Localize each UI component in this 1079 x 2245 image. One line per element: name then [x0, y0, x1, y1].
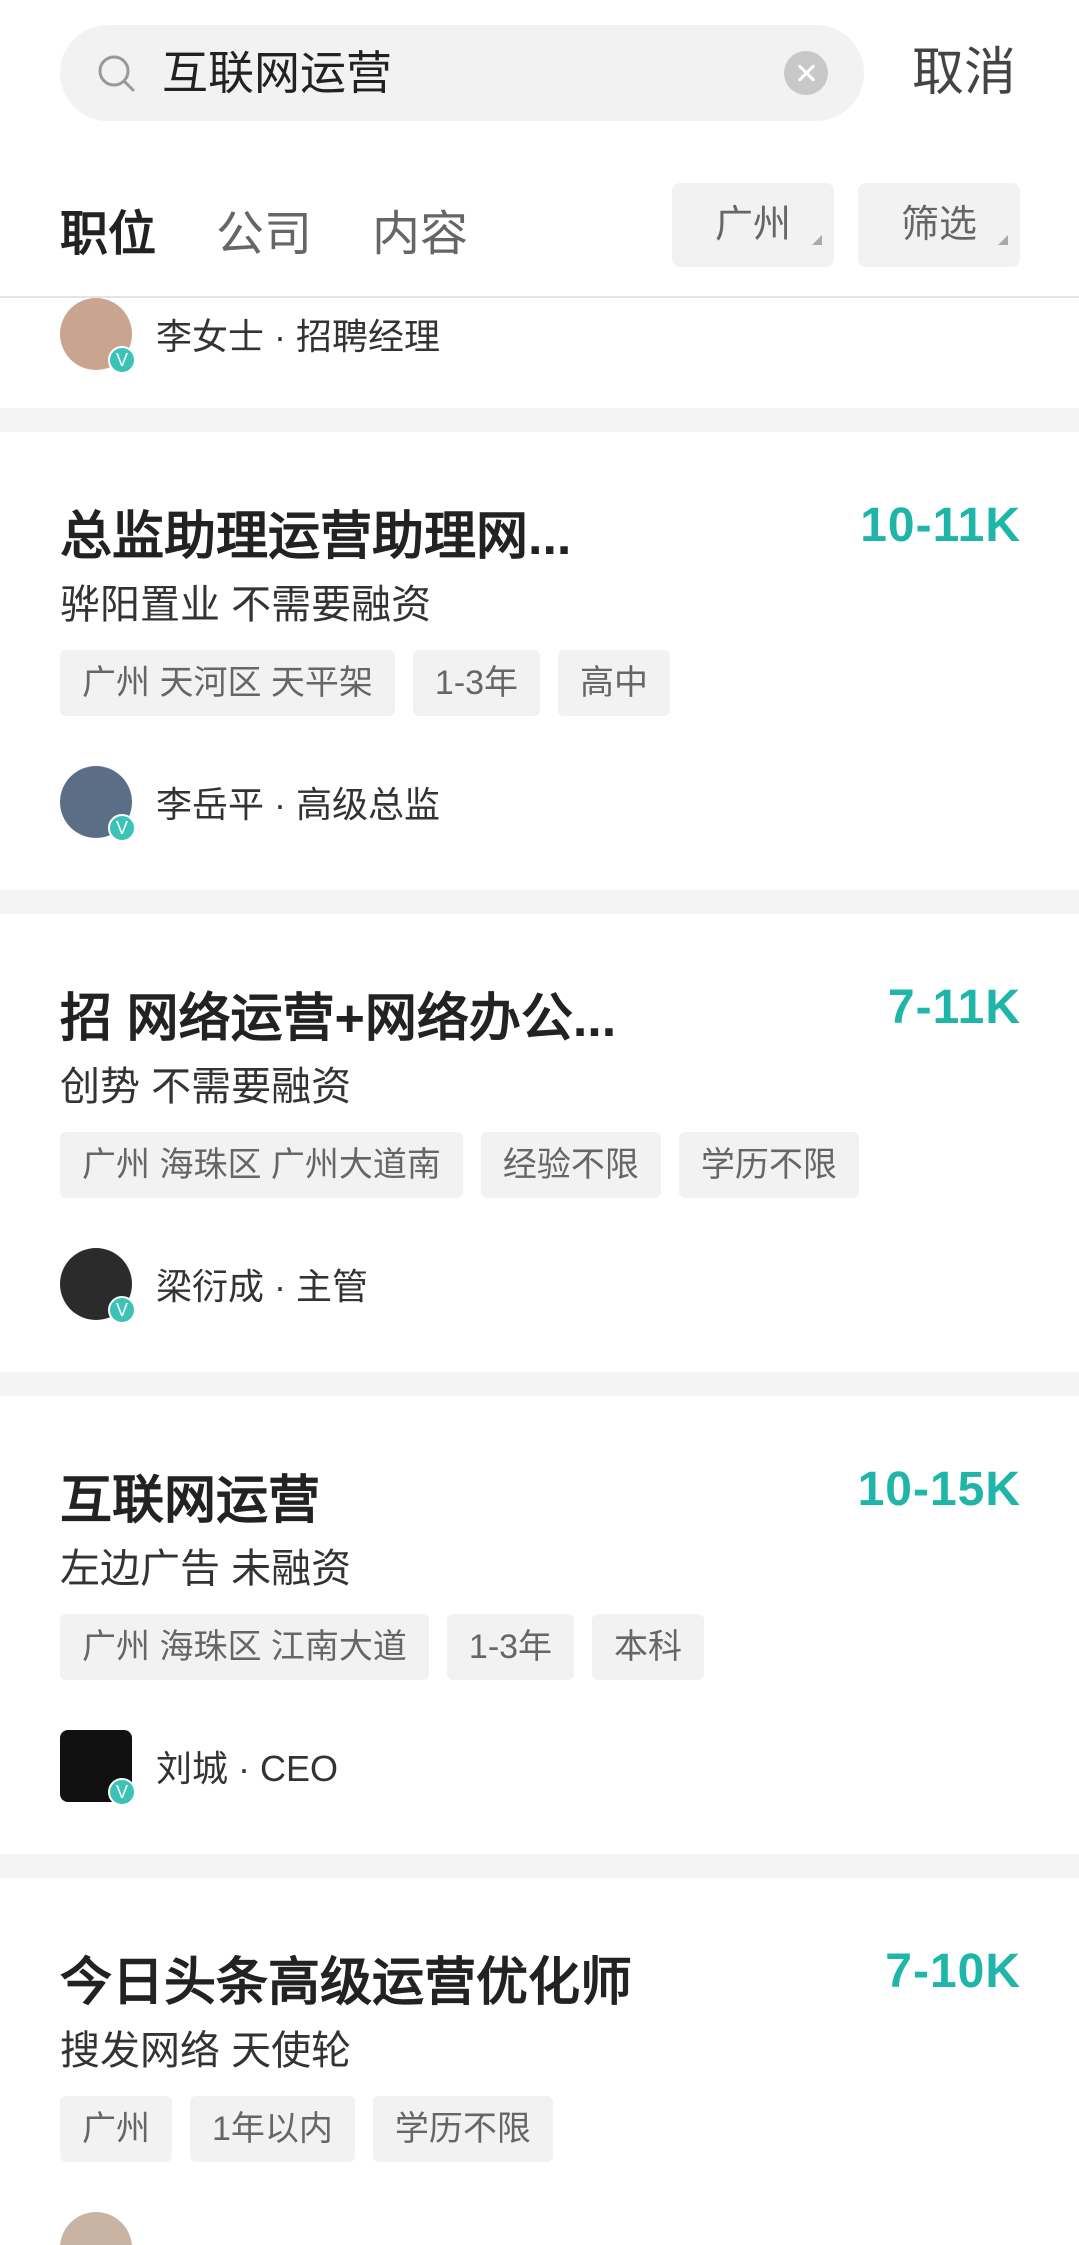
recruiter-name: 李女士 · 招聘经理 — [156, 316, 440, 357]
recruiter-row — [60, 2212, 156, 2245]
job-title: 招 网络运营+网络办公... — [60, 990, 617, 1048]
job-salary: 10-11K — [860, 499, 1021, 552]
job-card-partial[interactable]: V 李女士 · 招聘经理 — [0, 298, 1079, 408]
tag-education: 本科 — [592, 1614, 705, 1680]
recruiter-row: V 李岳平 · 高级总监 — [60, 766, 440, 842]
avatar: V — [60, 766, 136, 842]
verified-badge-icon: V — [108, 814, 136, 842]
search-input[interactable]: 互联网运营 — [60, 25, 864, 121]
tag-experience: 经验不限 — [480, 1132, 661, 1198]
job-title: 今日头条高级运营优化师 — [60, 1954, 633, 2012]
tab-positions[interactable]: 职位 — [60, 200, 156, 270]
job-card[interactable]: 招 网络运营+网络办公... 7-11K 创势 不需要融资 广州 海珠区 广州大… — [0, 914, 1079, 1372]
cancel-button[interactable]: 取消 — [912, 25, 1016, 121]
tag-experience: 1年以内 — [190, 2096, 355, 2162]
job-title: 总监助理运营助理网... — [60, 508, 572, 566]
company-logo-avatar: V — [60, 1730, 136, 1806]
job-tags: 广州 海珠区 广州大道南 经验不限 学历不限 — [60, 1132, 859, 1198]
company-info: 骅阳置业 不需要融资 — [60, 583, 432, 627]
dropdown-triangle-icon — [998, 235, 1008, 245]
city-filter-label: 广州 — [714, 204, 791, 246]
job-tags: 广州 天河区 天平架 1-3年 高中 — [60, 650, 671, 716]
filter-button[interactable]: 筛选 — [858, 183, 1020, 267]
job-salary: 10-15K — [857, 1463, 1021, 1516]
verified-badge-icon: V — [108, 1296, 136, 1324]
job-salary: 7-10K — [885, 1945, 1021, 1998]
recruiter-name: 刘城 · CEO — [156, 1748, 339, 1789]
job-card[interactable]: 总监助理运营助理网... 10-11K 骅阳置业 不需要融资 广州 天河区 天平… — [0, 432, 1079, 890]
tag-education: 高中 — [558, 650, 671, 716]
divider — [0, 1372, 1079, 1396]
job-tags: 广州 海珠区 江南大道 1-3年 本科 — [60, 1614, 705, 1680]
divider — [0, 890, 1079, 914]
recruiter-row: V 梁衍成 · 主管 — [60, 1248, 368, 1324]
search-header: 互联网运营 取消 — [0, 0, 1079, 170]
tab-bar: 职位 公司 内容 广州 筛选 — [0, 170, 1079, 298]
tag-experience: 1-3年 — [446, 1614, 575, 1680]
avatar: V — [60, 298, 136, 374]
clear-icon[interactable] — [784, 51, 828, 95]
recruiter-name: 梁衍成 · 主管 — [156, 1266, 368, 1307]
avatar — [60, 2212, 132, 2245]
job-card[interactable]: 互联网运营 10-15K 左边广告 未融资 广州 海珠区 江南大道 1-3年 本… — [0, 1396, 1079, 1854]
job-title: 互联网运营 — [60, 1472, 321, 1530]
search-icon — [98, 55, 135, 92]
city-filter-button[interactable]: 广州 — [672, 183, 834, 267]
recruiter-row: V 李女士 · 招聘经理 — [60, 298, 440, 374]
tag-experience: 1-3年 — [412, 650, 541, 716]
filter-label: 筛选 — [900, 204, 977, 246]
tab-content[interactable]: 内容 — [372, 200, 468, 270]
verified-badge-icon: V — [108, 346, 136, 374]
avatar: V — [60, 1248, 136, 1324]
tag-education: 学历不限 — [678, 1132, 859, 1198]
job-tags: 广州 1年以内 学历不限 — [60, 2096, 553, 2162]
company-info: 左边广告 未融资 — [60, 1547, 352, 1591]
job-list: V 李女士 · 招聘经理 总监助理运营助理网... 10-11K 骅阳置业 不需… — [0, 298, 1079, 2245]
tag-location: 广州 海珠区 广州大道南 — [60, 1132, 463, 1198]
recruiter-row: V 刘城 · CEO — [60, 1730, 339, 1806]
dropdown-triangle-icon — [812, 235, 822, 245]
company-info: 搜发网络 天使轮 — [60, 2029, 352, 2073]
verified-badge-icon: V — [108, 1778, 136, 1806]
company-info: 创势 不需要融资 — [60, 1065, 352, 1109]
job-salary: 7-11K — [887, 981, 1021, 1034]
tab-companies[interactable]: 公司 — [216, 200, 312, 270]
tag-location: 广州 天河区 天平架 — [60, 650, 395, 716]
tag-education: 学历不限 — [372, 2096, 553, 2162]
recruiter-name: 李岳平 · 高级总监 — [156, 784, 440, 825]
search-query: 互联网运营 — [162, 47, 392, 99]
divider — [0, 1854, 1079, 1878]
job-card[interactable]: 今日头条高级运营优化师 7-10K 搜发网络 天使轮 广州 1年以内 学历不限 — [0, 1878, 1079, 2245]
divider — [0, 408, 1079, 432]
tag-location: 广州 — [60, 2096, 172, 2162]
tag-location: 广州 海珠区 江南大道 — [60, 1614, 429, 1680]
